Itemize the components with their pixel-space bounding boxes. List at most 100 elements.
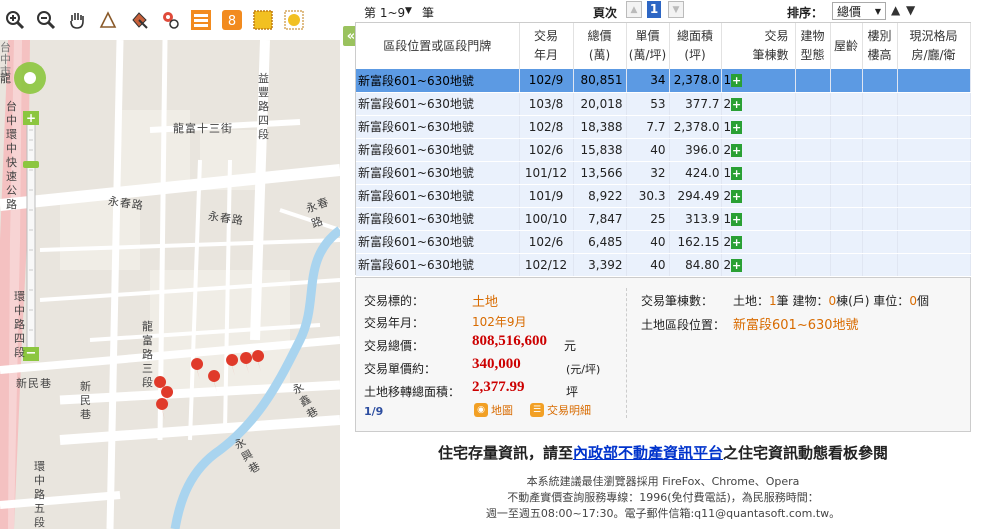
pan-control[interactable] [14,62,46,94]
col-floor[interactable]: 樓別 樓高 [862,23,898,69]
page-current[interactable]: 1 [647,1,661,18]
map-area[interactable]: + − 台中市 台中環中快速公路 龍 益豐路四段 龍富十三街 永春路 永春路 永… [0,40,340,529]
notice-pre: 住宅存量資訊，請至 [437,444,573,462]
table-row[interactable]: 新富段601~630地號 102/6 6,485 40 162.15 2+ [356,230,971,254]
table-row[interactable]: 新富段601~630地號 103/8 20,018 53 377.7 2+ [356,92,971,116]
layers-icon[interactable] [190,9,212,31]
share-icon[interactable]: 8 [221,9,243,31]
expand-plus-icon[interactable]: + [731,166,743,180]
cell-floor [862,115,898,139]
expand-plus-icon[interactable]: + [731,189,743,203]
footer-line: 不動產實價查詢服務專線：1996(免付費電話)，為民服務時間： [507,491,819,504]
sun-select-icon[interactable] [283,9,305,31]
col-btype[interactable]: 建物 型態 [795,23,831,69]
measure-area-icon[interactable] [128,9,150,31]
expand-plus-icon[interactable]: + [731,74,743,88]
range-unit: 筆 [422,6,435,20]
col-location[interactable]: 區段位置或區段門牌 [356,23,520,69]
cell-total: 7,847 [573,207,627,231]
cell-layout [897,184,971,208]
expand-plus-icon[interactable]: + [731,120,743,134]
col-total[interactable]: 總價 (萬) [573,23,627,69]
table-row[interactable]: 新富段601~630地號 102/9 80,851 34 2,378.0 1+ [356,69,971,93]
cell-age [830,92,863,116]
zoom-in-button[interactable]: + [23,111,39,125]
zoom-in-icon[interactable] [4,9,26,31]
cell-floor [862,138,898,162]
grid-select-icon[interactable] [252,9,274,31]
page-prev-button[interactable]: ▲ [626,1,642,18]
measure-distance-icon[interactable] [97,9,119,31]
sort-asc-button[interactable]: ▲ [891,3,900,17]
col-area[interactable]: 總面積 (坪) [669,23,722,69]
range-dropdown-icon[interactable]: ▼ [405,6,412,16]
col-unit[interactable]: 單價 (萬/坪) [626,23,670,69]
svg-text:8: 8 [228,14,236,29]
sort-desc-button[interactable]: ▼ [906,3,915,17]
table-row[interactable]: 新富段601~630地號 101/9 8,922 30.3 294.49 2+ [356,184,971,208]
cell-count: 1+ [721,115,796,139]
col-date[interactable]: 交易 年月 [519,23,574,69]
expand-plus-icon[interactable]: + [731,258,743,272]
locate-icon[interactable] [159,9,181,31]
detail-area-value: 2,377.99 [472,379,525,395]
page-next-button[interactable]: ▼ [668,1,684,18]
cell-total: 6,485 [573,230,627,254]
col-layout[interactable]: 現況格局 房/廳/衛 [897,23,971,69]
cell-layout [897,230,971,254]
detail-type-value: 土地 [472,295,499,310]
table-row[interactable]: 新富段601~630地號 101/12 13,566 32 424.0 1+ [356,161,971,185]
col-count-top: 交易 [764,29,789,43]
expand-plus-icon[interactable]: + [731,212,743,226]
expand-plus-icon[interactable]: + [731,235,743,249]
cell-btype [795,207,831,231]
detail-area-unit: 坪 [566,385,579,399]
detail-count-value: 土地：1筆 建物：0棟(戶) 車位：0個 [733,292,929,309]
cell-area: 294.49 [669,184,722,208]
cell-count: 2+ [721,184,796,208]
count-text: 個 [916,294,929,308]
cell-count: 2+ [721,138,796,162]
col-total-bot: (萬) [588,48,611,62]
table-row[interactable]: 新富段601~630地號 102/12 3,392 40 84.80 2+ [356,253,971,277]
chevron-down-icon: ▼ [874,6,881,16]
cell-location: 新富段601~630地號 [356,115,520,139]
cell-age [830,138,863,162]
cell-layout [897,207,971,231]
count-value: 2 [723,142,732,157]
zoom-out-icon[interactable] [35,9,57,31]
zoom-slider-handle[interactable] [23,161,39,168]
detail-link[interactable]: ☰ 交易明細 [530,402,591,418]
detail-unit-unit: (元/坪) [566,363,601,376]
cell-layout [897,92,971,116]
count-parking: 0 [909,294,917,308]
sort-select[interactable]: 總價 ▼ [832,2,886,20]
grid-header: 區段位置或區段門牌 交易年月 總價 (萬) 單價 (萬/坪) 總面積 (坪) 交易 筆棟… [356,23,971,69]
col-date-bot: 年月 [533,48,558,62]
col-count[interactable]: 交易 筆棟數 [721,23,796,69]
cell-location: 新富段601~630地號 [356,92,520,116]
col-date-top: 交易 [533,29,558,43]
expand-plus-icon[interactable]: + [731,143,743,157]
expand-plus-icon[interactable]: + [731,97,743,111]
detail-type-label: 交易標的： [364,294,425,308]
col-age[interactable]: 屋齡 [830,23,863,69]
cell-date: 102/6 [519,230,574,254]
cell-date: 102/12 [519,253,574,277]
pan-hand-icon[interactable] [66,9,88,31]
table-row[interactable]: 新富段601~630地號 102/8 18,388 7.7 2,378.0 1+ [356,115,971,139]
table-row[interactable]: 新富段601~630地號 100/10 7,847 25 313.9 1+ [356,207,971,231]
cell-floor [862,69,898,93]
count-text: 筆 建物： [776,294,829,308]
map-label: 新民巷 [16,377,52,390]
sort-label: 排序： [787,6,824,20]
map-link[interactable]: ◉ 地圖 [474,402,513,418]
platform-link[interactable]: 內政部不動產資訊平台 [573,444,723,462]
cell-floor [862,184,898,208]
detail-count-label: 交易筆棟數： [641,294,714,308]
cell-layout [897,69,971,93]
table-row[interactable]: 新富段601~630地號 102/6 15,838 40 396.0 2+ [356,138,971,162]
cell-area: 396.0 [669,138,722,162]
cell-unit: 7.7 [626,115,670,139]
col-btype-top: 建物 [800,29,825,43]
